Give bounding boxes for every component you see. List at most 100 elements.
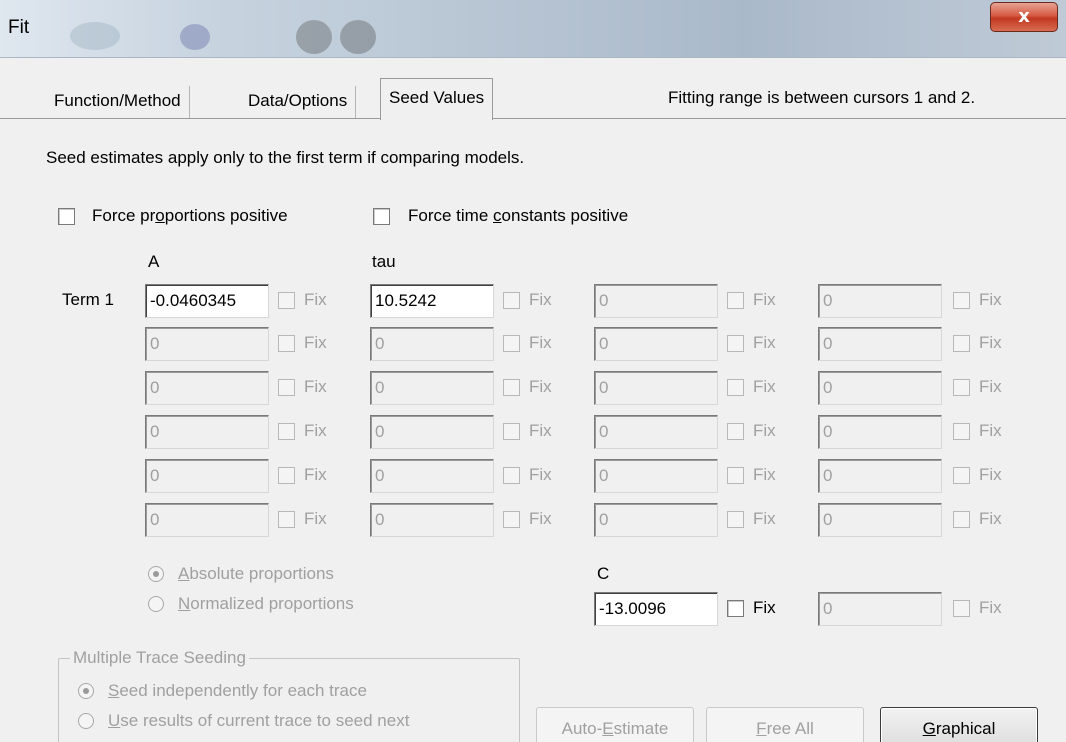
close-button[interactable]: x <box>990 2 1058 32</box>
fix-label: Fix <box>753 465 776 484</box>
fix-label: Fix <box>304 377 327 396</box>
use-results-label: Use results of current trace to seed nex… <box>108 711 410 730</box>
tab-seed-values[interactable]: Seed Values <box>380 78 494 120</box>
fix-checkbox[interactable] <box>953 335 970 352</box>
fix-checkbox[interactable] <box>278 423 295 440</box>
fix-checkbox[interactable] <box>278 511 295 528</box>
fix-c-label: Fix <box>753 598 776 617</box>
seed-field[interactable]: 0 <box>594 327 718 361</box>
seed-field[interactable]: 0 <box>818 592 942 626</box>
fix-label: Fix <box>529 290 552 309</box>
seed-field[interactable]: 0 <box>370 503 494 537</box>
force-proportions-checkbox[interactable] <box>58 208 75 225</box>
tab-function-method[interactable]: Function/Method <box>46 86 190 118</box>
seed-field[interactable]: 0 <box>145 371 269 405</box>
fix-checkbox[interactable] <box>503 467 520 484</box>
fix-label: Fix <box>753 421 776 440</box>
fix-checkbox[interactable] <box>278 335 295 352</box>
seed-field[interactable]: 0 <box>818 371 942 405</box>
fix-label: Fix <box>304 509 327 528</box>
seed-field[interactable]: 0 <box>370 327 494 361</box>
fix-checkbox[interactable] <box>503 511 520 528</box>
seed-field[interactable]: 0 <box>818 284 942 318</box>
seed-field[interactable]: 0 <box>594 284 718 318</box>
graphical-button[interactable]: Graphical <box>880 707 1038 742</box>
absolute-proportions-label: Absolute proportions <box>178 564 334 583</box>
force-time-constants-checkbox[interactable] <box>373 208 390 225</box>
seed-field[interactable]: 0 <box>370 459 494 493</box>
fix-label: Fix <box>304 421 327 440</box>
fix-checkbox[interactable] <box>953 600 970 617</box>
fix-checkbox[interactable] <box>727 335 744 352</box>
column-header-c: C <box>597 564 610 583</box>
seed-field[interactable]: 0 <box>594 459 718 493</box>
fix-checkbox[interactable] <box>953 511 970 528</box>
seed-field[interactable]: 0 <box>594 503 718 537</box>
seed-field[interactable]: 0 <box>594 371 718 405</box>
fix-label: Fix <box>529 509 552 528</box>
fit-dialog: Fit x Function/Method Data/Options Seed … <box>0 0 1066 742</box>
seed-c-field[interactable]: -13.0096 <box>594 592 718 626</box>
seed-field[interactable]: 0 <box>370 371 494 405</box>
term-label: Term 1 <box>62 290 114 309</box>
fix-checkbox[interactable] <box>503 423 520 440</box>
fix-label: Fix <box>529 333 552 352</box>
fix-checkbox[interactable] <box>278 292 295 309</box>
auto-estimate-button[interactable]: Auto-Estimate <box>536 707 694 742</box>
seed-field[interactable]: 0 <box>818 503 942 537</box>
free-all-button[interactable]: Free All <box>706 707 864 742</box>
fix-label: Fix <box>753 290 776 309</box>
fix-label: Fix <box>979 333 1002 352</box>
seed-tau-field[interactable]: 10.5242 <box>370 284 494 318</box>
fix-label: Fix <box>304 333 327 352</box>
seed-field[interactable]: 0 <box>145 459 269 493</box>
seed-independently-radio[interactable] <box>78 683 94 699</box>
fix-checkbox[interactable] <box>953 379 970 396</box>
fix-checkbox[interactable] <box>727 423 744 440</box>
seed-field[interactable]: 0 <box>818 459 942 493</box>
fix-c-checkbox[interactable] <box>727 600 744 617</box>
fix-checkbox[interactable] <box>727 467 744 484</box>
fix-label: Fix <box>979 465 1002 484</box>
fitting-range-note: Fitting range is between cursors 1 and 2… <box>668 88 976 107</box>
seed-a-field[interactable]: -0.0460345 <box>145 284 269 318</box>
use-results-radio[interactable] <box>78 713 94 729</box>
seed-independently-label: Seed independently for each trace <box>108 681 367 700</box>
fix-checkbox[interactable] <box>953 467 970 484</box>
seed-field[interactable]: 0 <box>145 415 269 449</box>
fix-checkbox[interactable] <box>503 335 520 352</box>
fix-checkbox[interactable] <box>278 467 295 484</box>
fix-checkbox[interactable] <box>278 379 295 396</box>
fix-checkbox[interactable] <box>953 292 970 309</box>
seed-field[interactable]: 0 <box>370 415 494 449</box>
seed-field[interactable]: 0 <box>594 415 718 449</box>
fix-label: Fix <box>304 290 327 309</box>
seed-note: Seed estimates apply only to the first t… <box>46 148 525 167</box>
seed-field[interactable]: 0 <box>145 503 269 537</box>
seed-field[interactable]: 0 <box>145 327 269 361</box>
absolute-proportions-radio[interactable] <box>148 566 164 582</box>
fix-label: Fix <box>979 377 1002 396</box>
fix-checkbox[interactable] <box>503 292 520 309</box>
fix-label: Fix <box>753 333 776 352</box>
column-header-a: A <box>148 252 160 271</box>
window-title: Fit <box>8 17 30 38</box>
fix-checkbox[interactable] <box>503 379 520 396</box>
normalized-proportions-label: Normalized proportions <box>178 594 354 613</box>
fix-label: Fix <box>979 421 1002 440</box>
tab-data-options[interactable]: Data/Options <box>240 86 357 118</box>
seed-field[interactable]: 0 <box>818 415 942 449</box>
fix-label: Fix <box>979 598 1002 617</box>
force-proportions-label: Force proportions positive <box>92 206 288 225</box>
fix-checkbox[interactable] <box>727 292 744 309</box>
force-time-constants-label: Force time constants positive <box>408 206 629 225</box>
fix-label: Fix <box>979 290 1002 309</box>
fix-checkbox[interactable] <box>727 379 744 396</box>
fix-label: Fix <box>529 421 552 440</box>
seed-field[interactable]: 0 <box>818 327 942 361</box>
multiple-trace-title: Multiple Trace Seeding <box>70 648 249 668</box>
normalized-proportions-radio[interactable] <box>148 596 164 612</box>
fix-checkbox[interactable] <box>953 423 970 440</box>
fix-checkbox[interactable] <box>727 511 744 528</box>
close-icon: x <box>1018 6 1030 27</box>
